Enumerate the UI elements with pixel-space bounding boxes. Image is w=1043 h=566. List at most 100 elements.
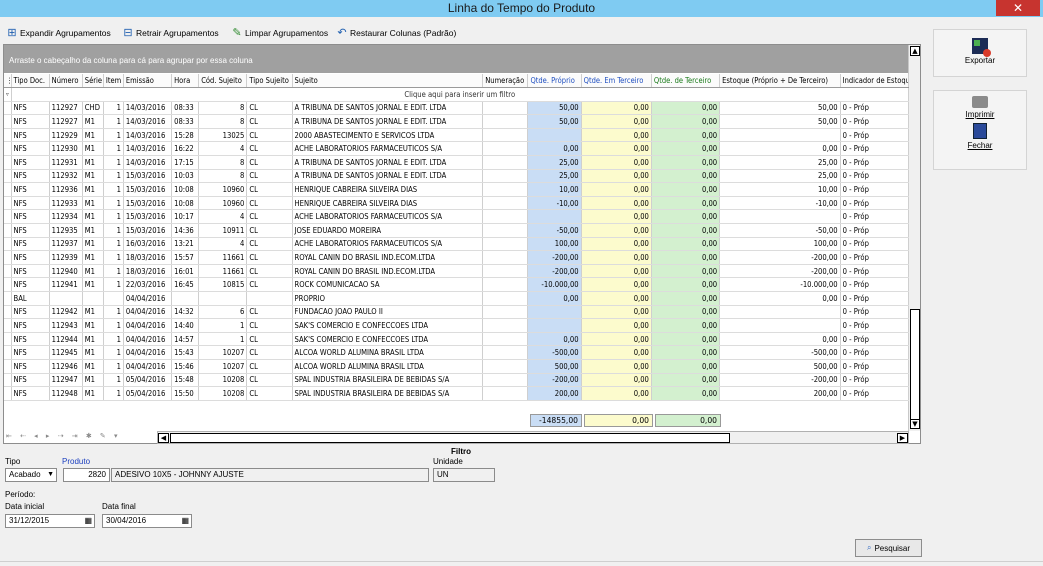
table-cell[interactable]: 10:17: [171, 209, 200, 225]
table-cell[interactable]: 0,00: [581, 237, 652, 252]
table-cell[interactable]: 0 - Próp: [840, 223, 910, 238]
table-cell[interactable]: 15:57: [171, 250, 200, 265]
table-cell[interactable]: 200,00: [527, 386, 582, 401]
table-cell[interactable]: 25,00: [719, 155, 841, 170]
table-cell[interactable]: 10207: [198, 359, 248, 374]
table-cell[interactable]: 0,00: [719, 332, 841, 347]
col-header[interactable]: Numeração: [482, 74, 529, 89]
table-cell[interactable]: 1: [103, 305, 124, 320]
row-selector[interactable]: [4, 237, 12, 252]
table-cell[interactable]: 0,00: [651, 250, 721, 265]
table-cell[interactable]: [719, 128, 841, 143]
table-cell[interactable]: 0 - Próp: [840, 345, 910, 360]
row-selector[interactable]: [4, 318, 12, 333]
table-cell[interactable]: SPAL INDUSTRIA BRASILEIRA DE BEBIDAS S/A: [292, 373, 484, 388]
table-cell[interactable]: 0 - Próp: [840, 305, 910, 320]
table-cell[interactable]: 15:46: [171, 359, 200, 374]
row-selector[interactable]: [4, 209, 12, 225]
table-cell[interactable]: [482, 318, 529, 333]
row-selector[interactable]: [4, 141, 12, 157]
table-cell[interactable]: 1: [103, 223, 124, 238]
table-row[interactable]: NFS 112930 M1 1 14/03/2016 16:22 4 CL ACHE LABOR…: [4, 141, 910, 157]
table-cell[interactable]: 0,00: [581, 277, 652, 292]
chevron-down-icon[interactable]: ▼: [47, 469, 54, 481]
table-cell[interactable]: 17:15: [171, 155, 200, 170]
table-cell[interactable]: 112948: [49, 386, 83, 401]
table-cell[interactable]: 10:03: [171, 169, 200, 184]
table-cell[interactable]: 1: [103, 128, 124, 143]
table-cell[interactable]: 0,00: [527, 141, 582, 157]
table-cell[interactable]: -200,00: [719, 250, 841, 265]
table-cell[interactable]: [482, 155, 529, 170]
table-row[interactable]: NFS 112927 CHD 1 14/03/2016 08:33 8 CL A TRIBUNA…: [4, 101, 910, 116]
table-cell[interactable]: [482, 169, 529, 184]
table-cell[interactable]: M1: [82, 169, 104, 184]
table-row[interactable]: NFS 112931 M1 1 14/03/2016 17:15 8 CL A TRIBUNA …: [4, 155, 910, 170]
table-cell[interactable]: [482, 237, 529, 252]
table-cell[interactable]: NFS: [11, 359, 50, 374]
table-cell[interactable]: M1: [82, 155, 104, 170]
table-cell[interactable]: M1: [82, 209, 104, 225]
table-cell[interactable]: CL: [246, 128, 293, 143]
table-cell[interactable]: [482, 209, 529, 225]
table-cell[interactable]: M1: [82, 332, 104, 347]
table-cell[interactable]: -50,00: [719, 223, 841, 238]
table-cell[interactable]: NFS: [11, 182, 50, 197]
data-final-input[interactable]: 30/04/2016 ▦: [102, 514, 192, 528]
table-cell[interactable]: 112931: [49, 155, 83, 170]
table-cell[interactable]: 0,00: [581, 359, 652, 374]
table-cell[interactable]: 04/04/2016: [123, 318, 173, 333]
table-cell[interactable]: 0 - Próp: [840, 277, 910, 292]
table-row[interactable]: NFS 112927 M1 1 14/03/2016 08:33 8 CL A TRIBUNA …: [4, 114, 910, 129]
table-cell[interactable]: NFS: [11, 223, 50, 238]
col-header[interactable]: Item: [103, 74, 124, 89]
table-cell[interactable]: 4: [198, 209, 248, 225]
table-cell[interactable]: HENRIQUE CABREIRA SILVEIRA DIAS: [292, 182, 484, 197]
table-row[interactable]: NFS 112945 M1 1 04/04/2016 15:43 10207 CL ALCOA …: [4, 345, 910, 360]
table-cell[interactable]: 1: [103, 332, 124, 347]
table-cell[interactable]: 25,00: [527, 155, 582, 170]
table-cell[interactable]: SAK'S COMERCIO E CONFECCOES LTDA: [292, 318, 484, 333]
scroll-left-icon[interactable]: ◀: [158, 433, 169, 443]
table-cell[interactable]: 10207: [198, 345, 248, 360]
table-cell[interactable]: 0,00: [581, 250, 652, 265]
table-cell[interactable]: 10815: [198, 277, 248, 292]
row-selector[interactable]: [4, 386, 12, 401]
navigator-icons[interactable]: ⇤ ⇠ ◂ ▸ ⇢ ⇥ ✱ ✎ ▾: [6, 432, 121, 440]
table-cell[interactable]: NFS: [11, 264, 50, 279]
table-cell[interactable]: 0,00: [581, 101, 652, 116]
table-cell[interactable]: 15/03/2016: [123, 169, 173, 184]
table-cell[interactable]: 0,00: [581, 182, 652, 197]
table-cell[interactable]: 0,00: [581, 291, 652, 306]
table-cell[interactable]: 112935: [49, 223, 83, 238]
table-cell[interactable]: 112944: [49, 332, 83, 347]
table-cell[interactable]: NFS: [11, 345, 50, 360]
table-cell[interactable]: 0,00: [651, 141, 721, 157]
col-header[interactable]: Tipo Sujeito: [246, 74, 293, 89]
table-cell[interactable]: 0 - Próp: [840, 318, 910, 333]
table-cell[interactable]: CL: [246, 155, 293, 170]
table-cell[interactable]: [246, 291, 293, 306]
table-cell[interactable]: SPAL INDUSTRIA BRASILEIRA DE BEBIDAS S/A: [292, 386, 484, 401]
tipo-select[interactable]: Acabado ▼: [5, 468, 57, 482]
table-cell[interactable]: 6: [198, 305, 248, 320]
pesquisar-button[interactable]: ⌕ Pesquisar: [855, 539, 922, 557]
table-cell[interactable]: 100,00: [719, 237, 841, 252]
table-cell[interactable]: JOSE EDUARDO MOREIRA: [292, 223, 484, 238]
table-cell[interactable]: 0,00: [581, 169, 652, 184]
scroll-up-icon[interactable]: ▲: [910, 46, 920, 56]
table-cell[interactable]: 0,00: [651, 277, 721, 292]
table-cell[interactable]: 1: [103, 277, 124, 292]
horizontal-scrollbar[interactable]: ◀ ▶: [157, 431, 909, 444]
table-cell[interactable]: CL: [246, 209, 293, 225]
table-cell[interactable]: [482, 101, 529, 116]
table-cell[interactable]: CL: [246, 264, 293, 279]
table-cell[interactable]: 1: [198, 318, 248, 333]
row-selector[interactable]: [4, 264, 12, 279]
table-cell[interactable]: NFS: [11, 305, 50, 320]
table-cell[interactable]: -10.000,00: [527, 277, 582, 292]
table-cell[interactable]: 1: [103, 386, 124, 401]
table-cell[interactable]: 0,00: [651, 359, 721, 374]
table-row[interactable]: NFS 112937 M1 1 16/03/2016 13:21 4 CL ACHE LABOR…: [4, 237, 910, 252]
table-cell[interactable]: 15:50: [171, 386, 200, 401]
